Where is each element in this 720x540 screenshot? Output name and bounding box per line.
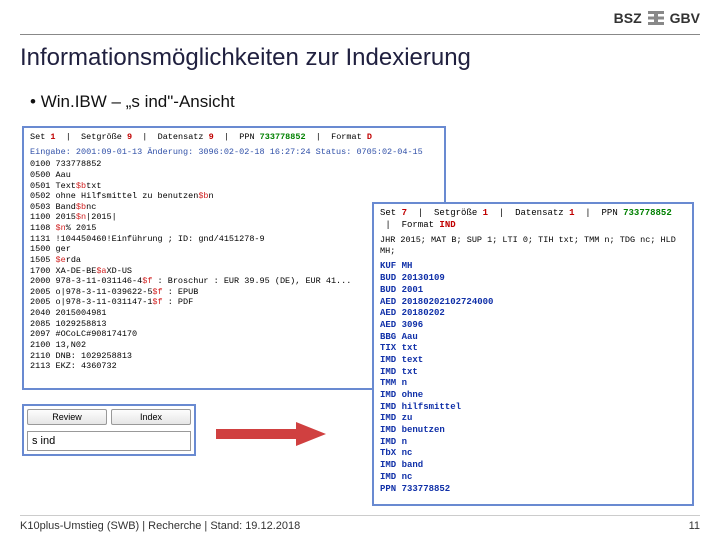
org-bsz: BSZ: [614, 10, 642, 26]
ind-record-line: AED 20180202: [380, 308, 686, 320]
panel-ind-records: KUF MHBUD 20130109BUD 2001AED 2018020210…: [380, 261, 686, 495]
ind-record-line: BUD 20130109: [380, 273, 686, 285]
record-line: 0100 733778852: [30, 159, 438, 170]
ind-record-line: AED 20180202102724000: [380, 297, 686, 309]
ind-record-line: IMD ohne: [380, 390, 686, 402]
org-gbv: GBV: [670, 10, 700, 26]
ind-record-line: IMD txt: [380, 367, 686, 379]
header-logo: BSZ GBV: [614, 10, 700, 26]
bullet-1: Win.IBW – „s ind"-Ansicht: [30, 92, 235, 112]
ind-record-line: BUD 2001: [380, 285, 686, 297]
panel-d-meta: Eingabe: 2001:09-01-13 Änderung: 3096:02…: [30, 147, 438, 158]
record-line: 0502 ohne Hilfsmittel zu benutzen$bn: [30, 191, 438, 202]
ind-record-line: TIX txt: [380, 343, 686, 355]
ind-record-line: BBG Aau: [380, 332, 686, 344]
panel-d-header: Set 1 | Setgröße 9 | Datensatz 9 | PPN 7…: [30, 132, 438, 143]
footer: K10plus-Umstieg (SWB) | Recherche | Stan…: [20, 515, 700, 532]
stripes-icon: [648, 11, 664, 25]
arrow-icon: [216, 422, 326, 446]
ind-record-line: IMD nc: [380, 472, 686, 484]
ind-record-line: IMD zu: [380, 413, 686, 425]
ind-record-line: TMM n: [380, 378, 686, 390]
ibw-panel-format-ind: Set 7 | Setgröße 1 | Datensatz 1 | PPN 7…: [372, 202, 694, 506]
command-input[interactable]: s ind: [27, 431, 191, 451]
footer-page: 11: [689, 520, 700, 532]
review-button[interactable]: Review: [27, 409, 107, 425]
record-line: 0500 Aau: [30, 170, 438, 181]
ind-record-line: AED 3096: [380, 320, 686, 332]
index-button[interactable]: Index: [111, 409, 191, 425]
record-line: 0501 Text$btxt: [30, 181, 438, 192]
panel-ind-header: Set 7 | Setgröße 1 | Datensatz 1 | PPN 7…: [380, 208, 686, 231]
ind-record-line: IMD text: [380, 355, 686, 367]
footer-left: K10plus-Umstieg (SWB) | Recherche | Stan…: [20, 520, 300, 532]
ind-record-line: IMD n: [380, 437, 686, 449]
ind-record-line: TbX nc: [380, 448, 686, 460]
ind-record-line: IMD benutzen: [380, 425, 686, 437]
page-title: Informationsmöglichkeiten zur Indexierun…: [20, 44, 471, 72]
ind-record-line: KUF MH: [380, 261, 686, 273]
command-toolbar: Review Index s ind: [22, 404, 196, 456]
ind-record-line: IMD hilfsmittel: [380, 402, 686, 414]
ind-record-line: IMD band: [380, 460, 686, 472]
header-rule: [20, 34, 700, 35]
ind-record-line: PPN 733778852: [380, 484, 686, 496]
panel-ind-subheader: JHR 2015; MAT B; SUP 1; LTI 0; TIH txt; …: [380, 235, 686, 257]
